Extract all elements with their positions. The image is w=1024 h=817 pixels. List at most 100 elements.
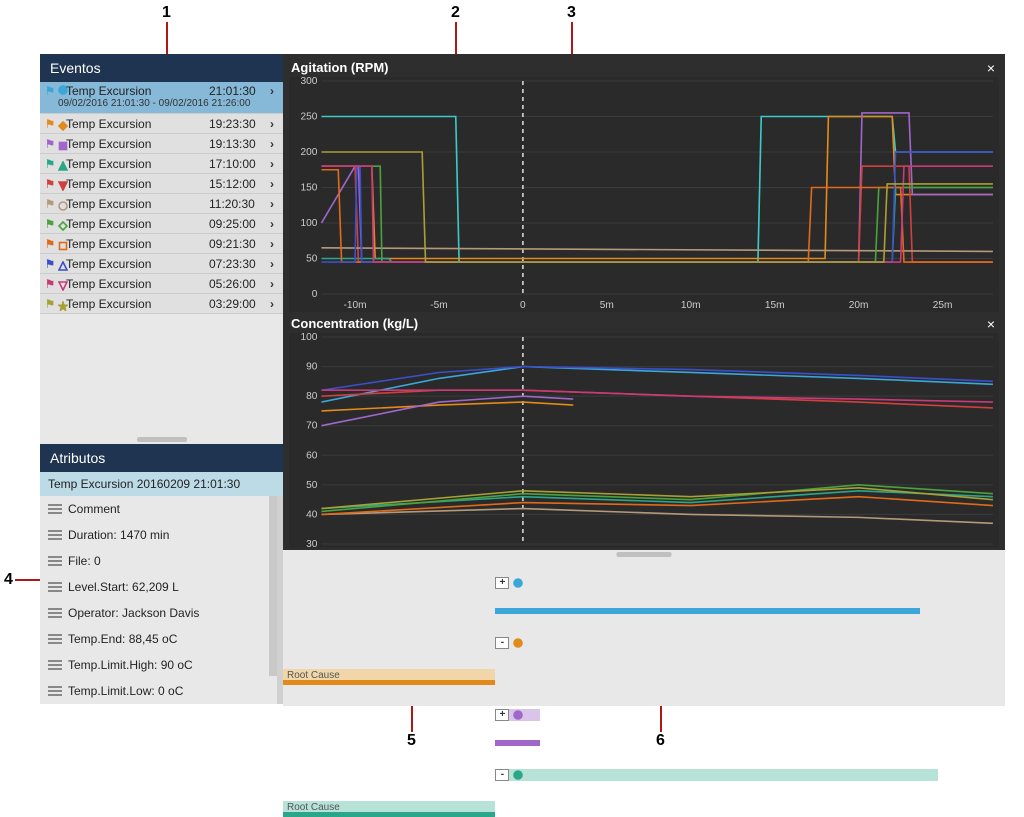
svg-text:10m: 10m xyxy=(681,300,701,311)
event-name: Temp Excursion xyxy=(66,197,209,211)
event-row[interactable]: ⚑ Temp Excursion 17:10:00 › xyxy=(40,154,283,174)
event-name: Temp Excursion xyxy=(66,277,209,291)
gantt-toggle[interactable]: - xyxy=(495,769,509,781)
list-icon xyxy=(48,530,62,540)
chevron-right-icon[interactable]: › xyxy=(265,137,279,151)
flag-icon: ⚑ xyxy=(44,237,56,251)
attribute-row: Comment xyxy=(40,496,277,522)
attribute-row: Level.Start: 62,209 L xyxy=(40,574,277,600)
callout-1: 1 xyxy=(162,4,171,22)
event-time: 09:25:00 xyxy=(209,217,265,231)
chevron-right-icon[interactable]: › xyxy=(265,157,279,171)
scrollbar-thumb[interactable] xyxy=(269,496,277,676)
event-marker-icon xyxy=(58,240,66,248)
gantt-accent-bar[interactable] xyxy=(283,812,495,817)
list-icon xyxy=(48,634,62,644)
callout-4: 4 xyxy=(4,571,13,589)
list-icon xyxy=(48,582,62,592)
gantt-bar[interactable] xyxy=(495,769,938,781)
event-time: 05:26:00 xyxy=(209,277,265,291)
chart-canvas-agitation[interactable]: 050100150200250300-10m-5m05m10m15m20m25m xyxy=(289,77,999,312)
event-marker-icon xyxy=(58,120,66,128)
attribute-row: Temp.Limit.Low: 0 oC xyxy=(40,678,277,704)
event-marker-icon xyxy=(58,220,66,228)
close-icon[interactable]: × xyxy=(987,60,995,76)
gantt-accent-bar[interactable] xyxy=(283,680,495,685)
event-row[interactable]: ⚑ Temp Excursion 07:23:30 › xyxy=(40,254,283,274)
event-name: Temp Excursion xyxy=(66,297,209,311)
attributes-title: Temp Excursion 20160209 21:01:30 xyxy=(40,472,283,496)
chevron-right-icon[interactable]: › xyxy=(265,237,279,251)
event-marker-icon xyxy=(58,160,66,168)
list-icon xyxy=(48,556,62,566)
event-time: 17:10:00 xyxy=(209,157,265,171)
sidebar: Eventos ⚑ Temp Excursion 21:01:30 › 09/0… xyxy=(40,54,283,704)
event-name: Temp Excursion xyxy=(66,177,209,191)
event-time: 11:20:30 xyxy=(209,197,265,211)
event-time: 19:13:30 xyxy=(209,137,265,151)
flag-icon: ⚑ xyxy=(44,84,56,98)
flag-icon: ⚑ xyxy=(44,297,56,311)
chevron-right-icon[interactable]: › xyxy=(265,217,279,231)
event-row[interactable]: ⚑ Temp Excursion 15:12:00 › xyxy=(40,174,283,194)
chart-canvas-concentration[interactable]: 30405060708090100 xyxy=(289,333,999,548)
main-area: Agitation (RPM) × 050100150200250300-10m… xyxy=(283,54,1005,704)
event-time: 19:23:30 xyxy=(209,117,265,131)
svg-text:100: 100 xyxy=(300,218,317,229)
close-icon[interactable]: × xyxy=(987,316,995,332)
svg-text:40: 40 xyxy=(306,509,318,520)
attribute-text: Level.Start: 62,209 L xyxy=(68,580,179,594)
event-row[interactable]: ⚑ Temp Excursion 19:23:30 › xyxy=(40,114,283,134)
eventos-header: Eventos xyxy=(40,54,283,82)
gantt-marker-icon xyxy=(513,769,523,783)
svg-text:30: 30 xyxy=(306,539,318,548)
gantt-accent-bar[interactable] xyxy=(495,740,539,746)
event-row[interactable]: ⚑ Temp Excursion 21:01:30 › 09/02/2016 2… xyxy=(40,82,283,114)
chevron-right-icon[interactable]: › xyxy=(265,297,279,311)
event-time: 09:21:30 xyxy=(209,237,265,251)
gantt-area[interactable]: + - Root Cause + - Root Cause xyxy=(283,550,1005,706)
event-name: Temp Excursion xyxy=(66,117,209,131)
event-row[interactable]: ⚑ Temp Excursion 03:29:00 › xyxy=(40,294,283,314)
gantt-marker-icon xyxy=(513,577,523,591)
chart-agitation: Agitation (RPM) × 050100150200250300-10m… xyxy=(289,58,999,312)
gantt-toggle[interactable]: + xyxy=(495,709,509,721)
event-marker-icon xyxy=(58,260,66,268)
event-row[interactable]: ⚑ Temp Excursion 09:25:00 › xyxy=(40,214,283,234)
svg-text:100: 100 xyxy=(300,333,317,343)
event-name: Temp Excursion xyxy=(66,157,209,171)
svg-text:200: 200 xyxy=(300,147,317,158)
gantt-bar[interactable] xyxy=(495,577,920,589)
chevron-right-icon[interactable]: › xyxy=(265,277,279,291)
flag-icon: ⚑ xyxy=(44,137,56,151)
event-row[interactable]: ⚑ Temp Excursion 11:20:30 › xyxy=(40,194,283,214)
event-marker-icon xyxy=(58,180,66,188)
attribute-row: Temp.Limit.High: 90 oC xyxy=(40,652,277,678)
event-row[interactable]: ⚑ Temp Excursion 19:13:30 › xyxy=(40,134,283,154)
chevron-right-icon[interactable]: › xyxy=(265,257,279,271)
event-row[interactable]: ⚑ Temp Excursion 05:26:00 › xyxy=(40,274,283,294)
chevron-right-icon[interactable]: › xyxy=(265,177,279,191)
flag-icon: ⚑ xyxy=(44,117,56,131)
event-marker-icon xyxy=(58,280,66,288)
attribute-row: Temp.End: 88,45 oC xyxy=(40,626,277,652)
svg-text:50: 50 xyxy=(306,254,318,265)
svg-text:300: 300 xyxy=(300,77,317,87)
app-container: Eventos ⚑ Temp Excursion 21:01:30 › 09/0… xyxy=(40,54,1005,704)
gantt-marker-icon xyxy=(513,709,523,723)
svg-text:60: 60 xyxy=(306,450,318,461)
flag-icon: ⚑ xyxy=(44,177,56,191)
chevron-right-icon[interactable]: › xyxy=(265,117,279,131)
gantt-toggle[interactable]: - xyxy=(495,637,509,649)
chevron-right-icon[interactable]: › xyxy=(265,84,279,98)
svg-text:0: 0 xyxy=(520,300,526,311)
svg-text:15m: 15m xyxy=(765,300,785,311)
event-row[interactable]: ⚑ Temp Excursion 09:21:30 › xyxy=(40,234,283,254)
gantt-accent-bar[interactable] xyxy=(495,608,920,614)
attribute-row: Duration: 1470 min xyxy=(40,522,277,548)
drag-handle-icon[interactable] xyxy=(617,552,672,557)
chevron-right-icon[interactable]: › xyxy=(265,197,279,211)
gantt-toggle[interactable]: + xyxy=(495,577,509,589)
list-icon xyxy=(48,686,62,696)
attribute-text: Temp.Limit.Low: 0 oC xyxy=(68,684,183,698)
